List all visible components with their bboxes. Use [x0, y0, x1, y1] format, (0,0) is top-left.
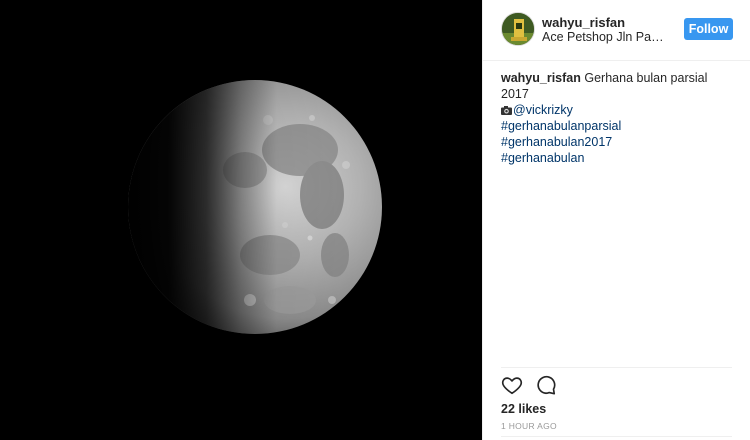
- instagram-post-embed: wahyu_risfan Ace Petshop Jln Panj… Follo…: [0, 0, 750, 440]
- camera-icon: [501, 106, 512, 115]
- follow-button[interactable]: Follow: [684, 18, 733, 40]
- hashtag-links-line-2[interactable]: #gerhanabulan: [501, 151, 584, 165]
- divider: [501, 436, 732, 437]
- hashtag-links-line-1[interactable]: #gerhanabulanparsial #gerhanabulan2017: [501, 119, 621, 149]
- mention-link[interactable]: @vickrizky: [513, 103, 573, 117]
- caption-line-3: #gerhanabulanparsial #gerhanabulan2017: [501, 118, 733, 150]
- caption-line-1: wahyu_risfan Gerhana bulan parsial 2017: [501, 70, 733, 102]
- moon-image: [128, 80, 382, 334]
- like-count[interactable]: 22 likes: [501, 402, 546, 416]
- caption-username[interactable]: wahyu_risfan: [501, 71, 581, 85]
- heart-icon[interactable]: [501, 374, 523, 396]
- post-timestamp[interactable]: 1 HOUR AGO: [501, 421, 557, 431]
- post-header: wahyu_risfan Ace Petshop Jln Panj… Follo…: [483, 0, 750, 61]
- post-username[interactable]: wahyu_risfan: [542, 15, 625, 30]
- post-side-panel: wahyu_risfan Ace Petshop Jln Panj… Follo…: [482, 0, 750, 440]
- post-caption: wahyu_risfan Gerhana bulan parsial 2017 …: [501, 70, 733, 166]
- post-location[interactable]: Ace Petshop Jln Panj…: [542, 30, 666, 44]
- post-photo[interactable]: [0, 0, 482, 440]
- divider: [501, 367, 732, 368]
- caption-line-4: #gerhanabulan: [501, 150, 733, 166]
- avatar-image: [502, 13, 534, 45]
- avatar[interactable]: [501, 12, 535, 46]
- comment-icon[interactable]: [535, 374, 557, 396]
- caption-line-2: @vickrizky: [501, 102, 733, 118]
